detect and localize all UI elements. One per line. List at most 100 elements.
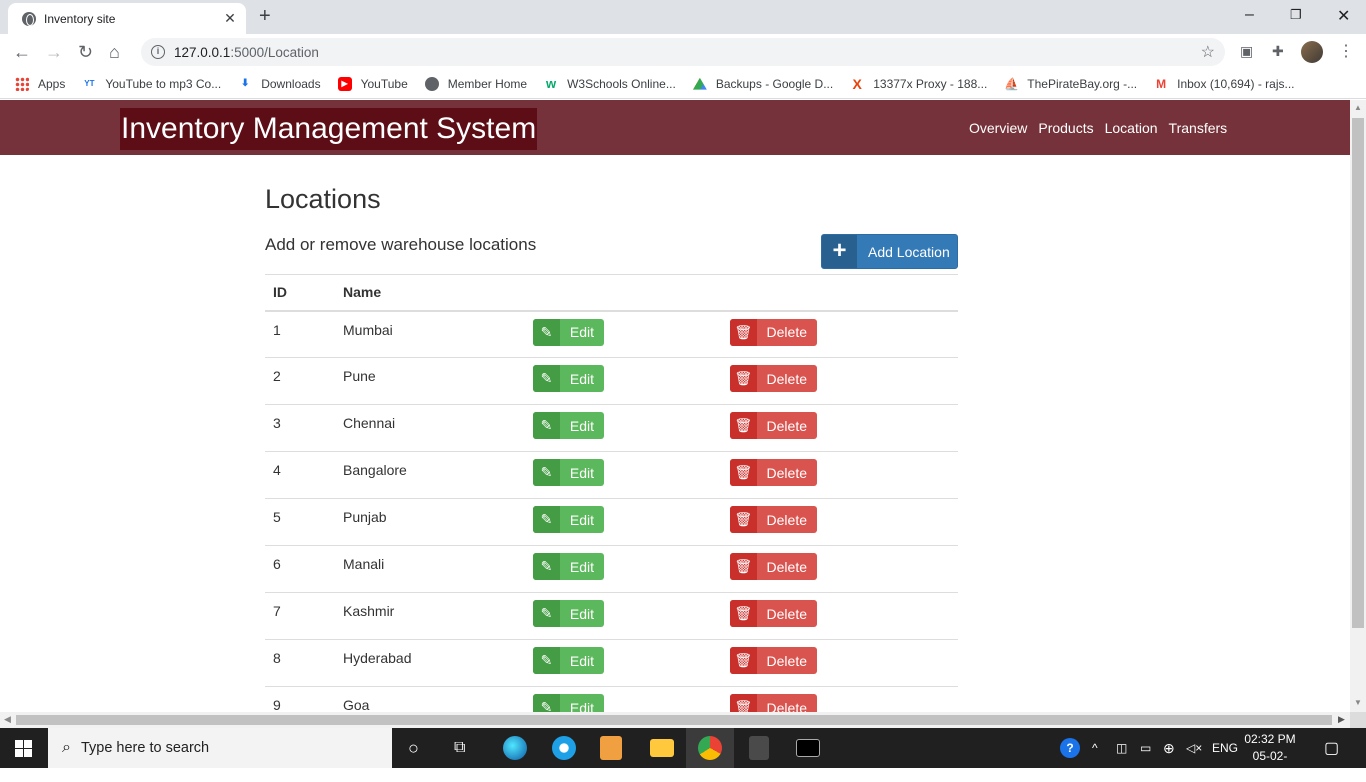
network-globe-icon[interactable]: ⊕ xyxy=(1163,728,1175,768)
delete-button[interactable]: 🗑 Delete xyxy=(730,318,817,346)
bookmark-star-icon[interactable]: ☆ xyxy=(1201,42,1215,62)
cell-delete: 🗑 Delete xyxy=(722,357,958,405)
extension-camera-icon[interactable]: ▣ xyxy=(1240,43,1253,60)
edit-button[interactable]: ✎ Edit xyxy=(533,647,604,674)
browser-tab[interactable]: Inventory site ✕ xyxy=(8,3,246,34)
brand-title[interactable]: Inventory Management System xyxy=(120,108,538,150)
delete-button[interactable]: 🗑 Delete xyxy=(730,506,817,533)
edit-label: Edit xyxy=(569,417,594,434)
back-arrow-icon[interactable]: ← xyxy=(13,42,31,62)
nav-transfers[interactable]: Transfers xyxy=(1169,120,1228,136)
cortana-icon[interactable]: ○ xyxy=(408,728,419,768)
page-title: Locations xyxy=(265,184,381,214)
delete-label: Delete xyxy=(766,511,807,528)
cell-name: Hyderabad xyxy=(335,639,525,687)
vertical-scrollbar[interactable]: ▲ ▼ xyxy=(1350,100,1366,712)
notifications-icon[interactable]: ▢ xyxy=(1324,728,1339,768)
bookmark-apps[interactable]: Apps xyxy=(15,77,65,91)
google-drive-icon xyxy=(692,77,707,90)
scroll-left-icon[interactable]: ◀ xyxy=(4,714,11,725)
windows-taskbar: ⌕ Type here to search ○ ⧉ ? ^ ◫ ▭ ⊕ ◁× E… xyxy=(0,728,1366,780)
horizontal-scroll-thumb[interactable] xyxy=(16,715,1332,725)
add-location-button[interactable]: + Add Location xyxy=(821,234,958,269)
delete-button[interactable]: 🗑 Delete xyxy=(730,459,817,486)
windows-start-icon[interactable] xyxy=(15,740,32,757)
scroll-down-icon[interactable]: ▼ xyxy=(1354,698,1362,707)
url-text[interactable]: 127.0.0.1:5000/Location xyxy=(174,45,319,60)
delete-button[interactable]: 🗑 Delete xyxy=(730,365,817,392)
edit-label: Edit xyxy=(569,652,594,669)
bookmark-label: Inbox (10,694) - rajs... xyxy=(1177,77,1295,91)
nav-products[interactable]: Products xyxy=(1038,120,1093,136)
site-info-icon[interactable]: i xyxy=(151,45,165,59)
media-player-icon[interactable] xyxy=(600,736,622,760)
delete-label: Delete xyxy=(766,417,807,434)
download-icon: ⬇ xyxy=(241,78,250,89)
extensions-puzzle-icon[interactable]: ✚ xyxy=(1272,43,1284,60)
sublime-text-icon[interactable] xyxy=(749,736,769,760)
edit-button[interactable]: ✎ Edit xyxy=(533,412,604,439)
bookmark-piratebay[interactable]: ⛵ ThePirateBay.org -... xyxy=(1004,77,1137,91)
bookmark-yt-mp3[interactable]: YT YouTube to mp3 Co... xyxy=(82,77,221,91)
volume-icon[interactable]: ◁× xyxy=(1186,728,1202,768)
tray-chevron-icon[interactable]: ^ xyxy=(1092,728,1098,768)
bookmark-youtube[interactable]: ▶ YouTube xyxy=(337,77,408,91)
language-indicator[interactable]: ENG xyxy=(1212,728,1238,768)
nav-overview[interactable]: Overview xyxy=(969,120,1027,136)
chrome-icon[interactable] xyxy=(698,736,722,760)
taskbar-search[interactable]: ⌕ Type here to search xyxy=(48,728,392,768)
edit-button[interactable]: ✎ Edit xyxy=(533,600,604,627)
delete-button[interactable]: 🗑 Delete xyxy=(730,600,817,627)
profile-avatar[interactable] xyxy=(1301,41,1323,63)
bookmark-member-home[interactable]: Member Home xyxy=(424,77,527,91)
delete-button[interactable]: 🗑 Delete xyxy=(730,553,817,580)
cell-name: Punjab xyxy=(335,498,525,546)
system-clock[interactable]: 02:32 PM 05-02-2021 xyxy=(1240,731,1300,782)
task-view-icon[interactable]: ⧉ xyxy=(454,728,465,768)
bookmark-proxy[interactable]: X 13377x Proxy - 188... xyxy=(850,77,988,91)
scroll-right-icon[interactable]: ▶ xyxy=(1338,714,1345,725)
pencil-icon: ✎ xyxy=(533,318,560,346)
help-icon[interactable]: ? xyxy=(1060,728,1080,768)
bookmark-google-drive[interactable]: Backups - Google D... xyxy=(692,77,833,91)
table-header-row: ID Name xyxy=(265,274,958,312)
nav-links: Overview Products Location Transfers xyxy=(969,120,1238,136)
delete-button[interactable]: 🗑 Delete xyxy=(730,647,817,674)
internet-explorer-icon[interactable] xyxy=(552,736,576,760)
browser-toolbar: ← → ↻ ⌂ i 127.0.0.1:5000/Location ☆ ▣ ✚ … xyxy=(0,34,1366,70)
delete-button[interactable]: 🗑 Delete xyxy=(730,412,817,439)
scroll-thumb[interactable] xyxy=(1352,118,1364,628)
nav-location[interactable]: Location xyxy=(1105,120,1158,136)
edit-button[interactable]: ✎ Edit xyxy=(533,553,604,580)
bookmark-w3schools[interactable]: w W3Schools Online... xyxy=(544,77,676,92)
bookmark-downloads[interactable]: ⬇ Downloads xyxy=(238,77,321,91)
menu-kebab-icon[interactable]: ⋮ xyxy=(1338,41,1354,61)
horizontal-scrollbar[interactable]: ◀ ▶ xyxy=(0,712,1350,728)
battery-icon[interactable]: ▭ xyxy=(1140,728,1151,768)
trash-icon: 🗑 xyxy=(730,600,757,627)
edit-button[interactable]: ✎ Edit xyxy=(533,694,604,712)
address-bar[interactable]: i 127.0.0.1:5000/Location ☆ xyxy=(141,38,1225,66)
edit-button[interactable]: ✎ Edit xyxy=(533,318,604,346)
edit-label: Edit xyxy=(569,511,594,528)
file-explorer-icon[interactable] xyxy=(650,739,674,757)
close-window-button[interactable]: ✕ xyxy=(1337,6,1350,26)
tab-close-icon[interactable]: ✕ xyxy=(222,10,238,27)
restore-button[interactable]: ❐ xyxy=(1290,7,1302,23)
home-icon[interactable]: ⌂ xyxy=(109,42,120,62)
forward-arrow-icon[interactable]: → xyxy=(45,42,63,62)
delete-button[interactable]: 🗑 Delete xyxy=(730,694,817,712)
reload-icon[interactable]: ↻ xyxy=(78,42,93,62)
edge-icon[interactable] xyxy=(503,736,527,760)
bookmark-gmail[interactable]: M Inbox (10,694) - rajs... xyxy=(1154,77,1294,91)
terminal-icon[interactable] xyxy=(796,739,820,757)
edit-button[interactable]: ✎ Edit xyxy=(533,506,604,533)
cell-id: 7 xyxy=(265,592,335,640)
scroll-up-icon[interactable]: ▲ xyxy=(1354,103,1362,112)
meet-icon[interactable]: ◫ xyxy=(1116,728,1127,768)
edit-button[interactable]: ✎ Edit xyxy=(533,459,604,486)
edit-button[interactable]: ✎ Edit xyxy=(533,365,604,392)
minimize-button[interactable]: – xyxy=(1245,6,1254,24)
new-tab-button[interactable]: + xyxy=(259,6,271,26)
table-row: 6 Manali ✎ Edit 🗑 Delete xyxy=(265,545,958,593)
